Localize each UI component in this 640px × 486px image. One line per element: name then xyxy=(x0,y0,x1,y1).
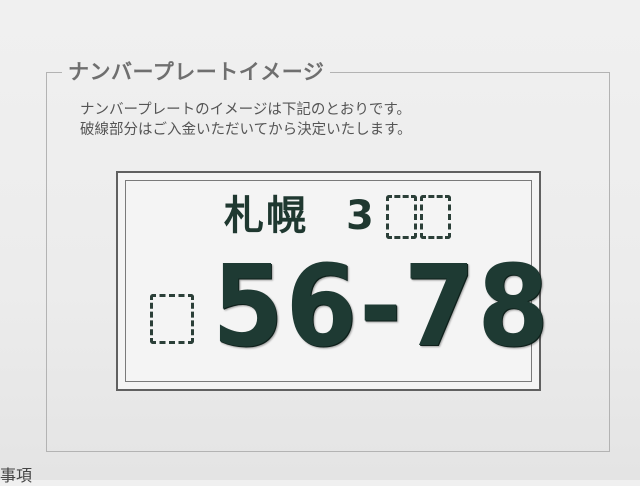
footer-partial-text: 事項 xyxy=(0,466,33,485)
section-title: ナンバープレートイメージ xyxy=(62,56,331,86)
plate-region: 札幌 xyxy=(224,193,308,239)
plate-class-placeholder-2 xyxy=(420,195,451,239)
plate-class-placeholder-1 xyxy=(386,195,417,239)
plate-hiragana-placeholder xyxy=(150,294,194,344)
description-line-1: ナンバープレートのイメージは下記のとおりです。 xyxy=(80,102,411,118)
section-description: ナンバープレートのイメージは下記のとおりです。 破線部分はご入金いただいてから決… xyxy=(80,100,412,140)
plate-serial-number: 56-78 xyxy=(212,242,551,372)
plate-class-number: 3 xyxy=(346,193,374,239)
description-line-2: 破線部分はご入金いただいてから決定いたします。 xyxy=(80,122,412,138)
